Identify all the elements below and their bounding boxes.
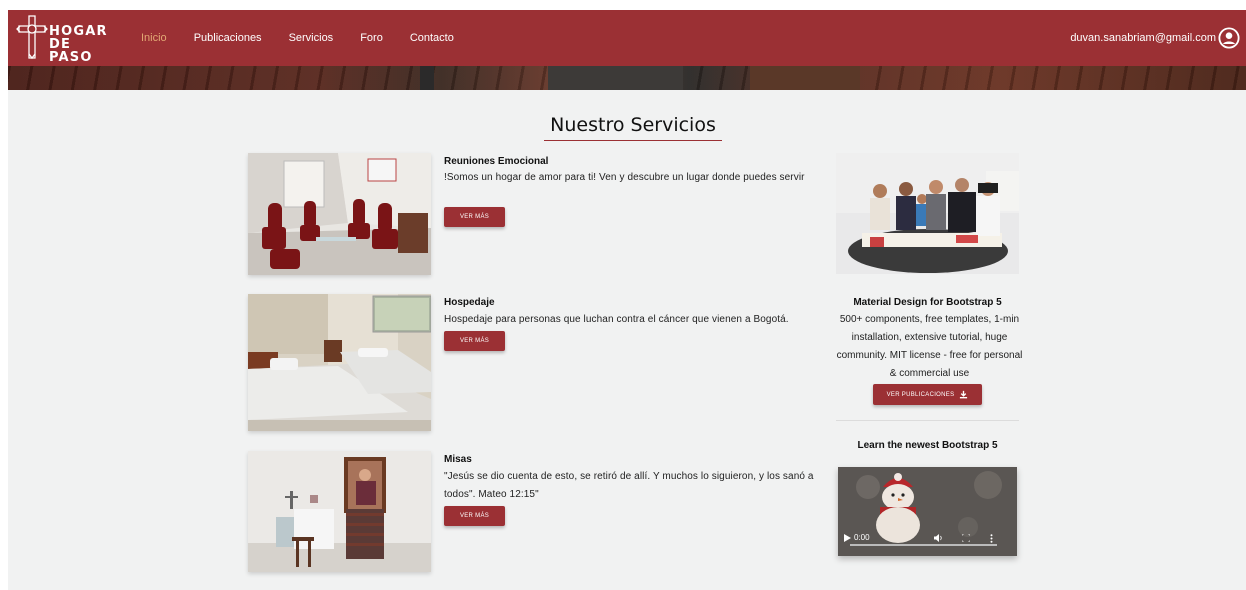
nav-link-inicio[interactable]: Inicio <box>141 32 167 44</box>
fullscreen-icon[interactable] <box>962 534 970 542</box>
service-desc-hospedaje: Hospedaje para personas que luchan contr… <box>444 314 789 325</box>
group-meeting-photo <box>836 153 1019 274</box>
hero-window-1 <box>420 66 434 90</box>
service-title-reuniones: Reuniones Emocional <box>444 156 549 167</box>
logo[interactable]: HOGAR DE PASO <box>16 14 116 64</box>
nav-link-servicios[interactable]: Servicios <box>289 32 334 44</box>
logo-line-2: DE PASO <box>49 37 93 65</box>
nav-links: Inicio Publicaciones Servicios Foro Cont… <box>141 10 481 66</box>
volume-icon[interactable] <box>934 534 943 542</box>
user-menu[interactable]: duvan.sanabriam@gmail.com <box>1070 10 1240 66</box>
hero-window-2 <box>548 66 683 90</box>
sidebar-image <box>836 153 1019 274</box>
video-player[interactable]: 0:00 <box>838 467 1017 556</box>
hero-window-3 <box>750 66 860 90</box>
video-progress-track[interactable] <box>850 544 997 546</box>
user-email[interactable]: duvan.sanabriam@gmail.com <box>1070 32 1216 44</box>
service-desc-reuniones: !Somos un hogar de amor para ti! Ven y d… <box>444 172 805 183</box>
play-icon[interactable] <box>844 534 851 542</box>
service-image-misas <box>248 451 431 572</box>
video-controls: 0:00 <box>838 530 1017 556</box>
service-title-misas: Misas <box>444 454 472 465</box>
page-frame: HOGAR DE PASO Inicio Publicaciones Servi… <box>8 10 1246 590</box>
logo-text: HOGAR DE PASO <box>49 25 116 64</box>
living-room-photo <box>248 153 431 275</box>
sidebar-description: 500+ components, free templates, 1-min i… <box>836 314 1023 379</box>
ver-mas-button-misas[interactable]: VER MÁS <box>444 506 505 526</box>
hero-banner <box>8 66 1246 90</box>
bedroom-photo <box>248 294 431 431</box>
nav-link-foro[interactable]: Foro <box>360 32 383 44</box>
service-title-hospedaje: Hospedaje <box>444 297 495 308</box>
account-circle-icon[interactable] <box>1218 27 1240 49</box>
ver-publicaciones-label: VER PUBLICACIONES <box>886 391 955 398</box>
navbar: HOGAR DE PASO Inicio Publicaciones Servi… <box>8 10 1246 66</box>
video-time: 0:00 <box>854 533 870 542</box>
more-options-icon[interactable] <box>990 534 993 543</box>
title-underline <box>544 140 722 141</box>
nav-link-contacto[interactable]: Contacto <box>410 32 454 44</box>
nav-link-publicaciones[interactable]: Publicaciones <box>194 32 262 44</box>
sidebar-subtitle: Learn the newest Bootstrap 5 <box>857 440 998 451</box>
download-icon <box>960 390 968 399</box>
service-desc-misas: "Jesús se dio cuenta de esto, se retiró … <box>444 471 814 500</box>
chapel-altar-photo <box>248 451 431 572</box>
service-image-hospedaje <box>248 294 431 431</box>
sidebar-title: Material Design for Bootstrap 5 <box>853 297 1002 308</box>
service-image-reuniones <box>248 153 431 275</box>
section-title: Nuestro Servicios <box>550 114 716 136</box>
ver-publicaciones-button[interactable]: VER PUBLICACIONES <box>873 384 982 405</box>
ver-mas-button-reuniones[interactable]: VER MÁS <box>444 207 505 227</box>
cross-logo-icon <box>16 15 48 60</box>
sidebar-divider <box>836 420 1019 421</box>
ver-mas-button-hospedaje[interactable]: VER MÁS <box>444 331 505 351</box>
